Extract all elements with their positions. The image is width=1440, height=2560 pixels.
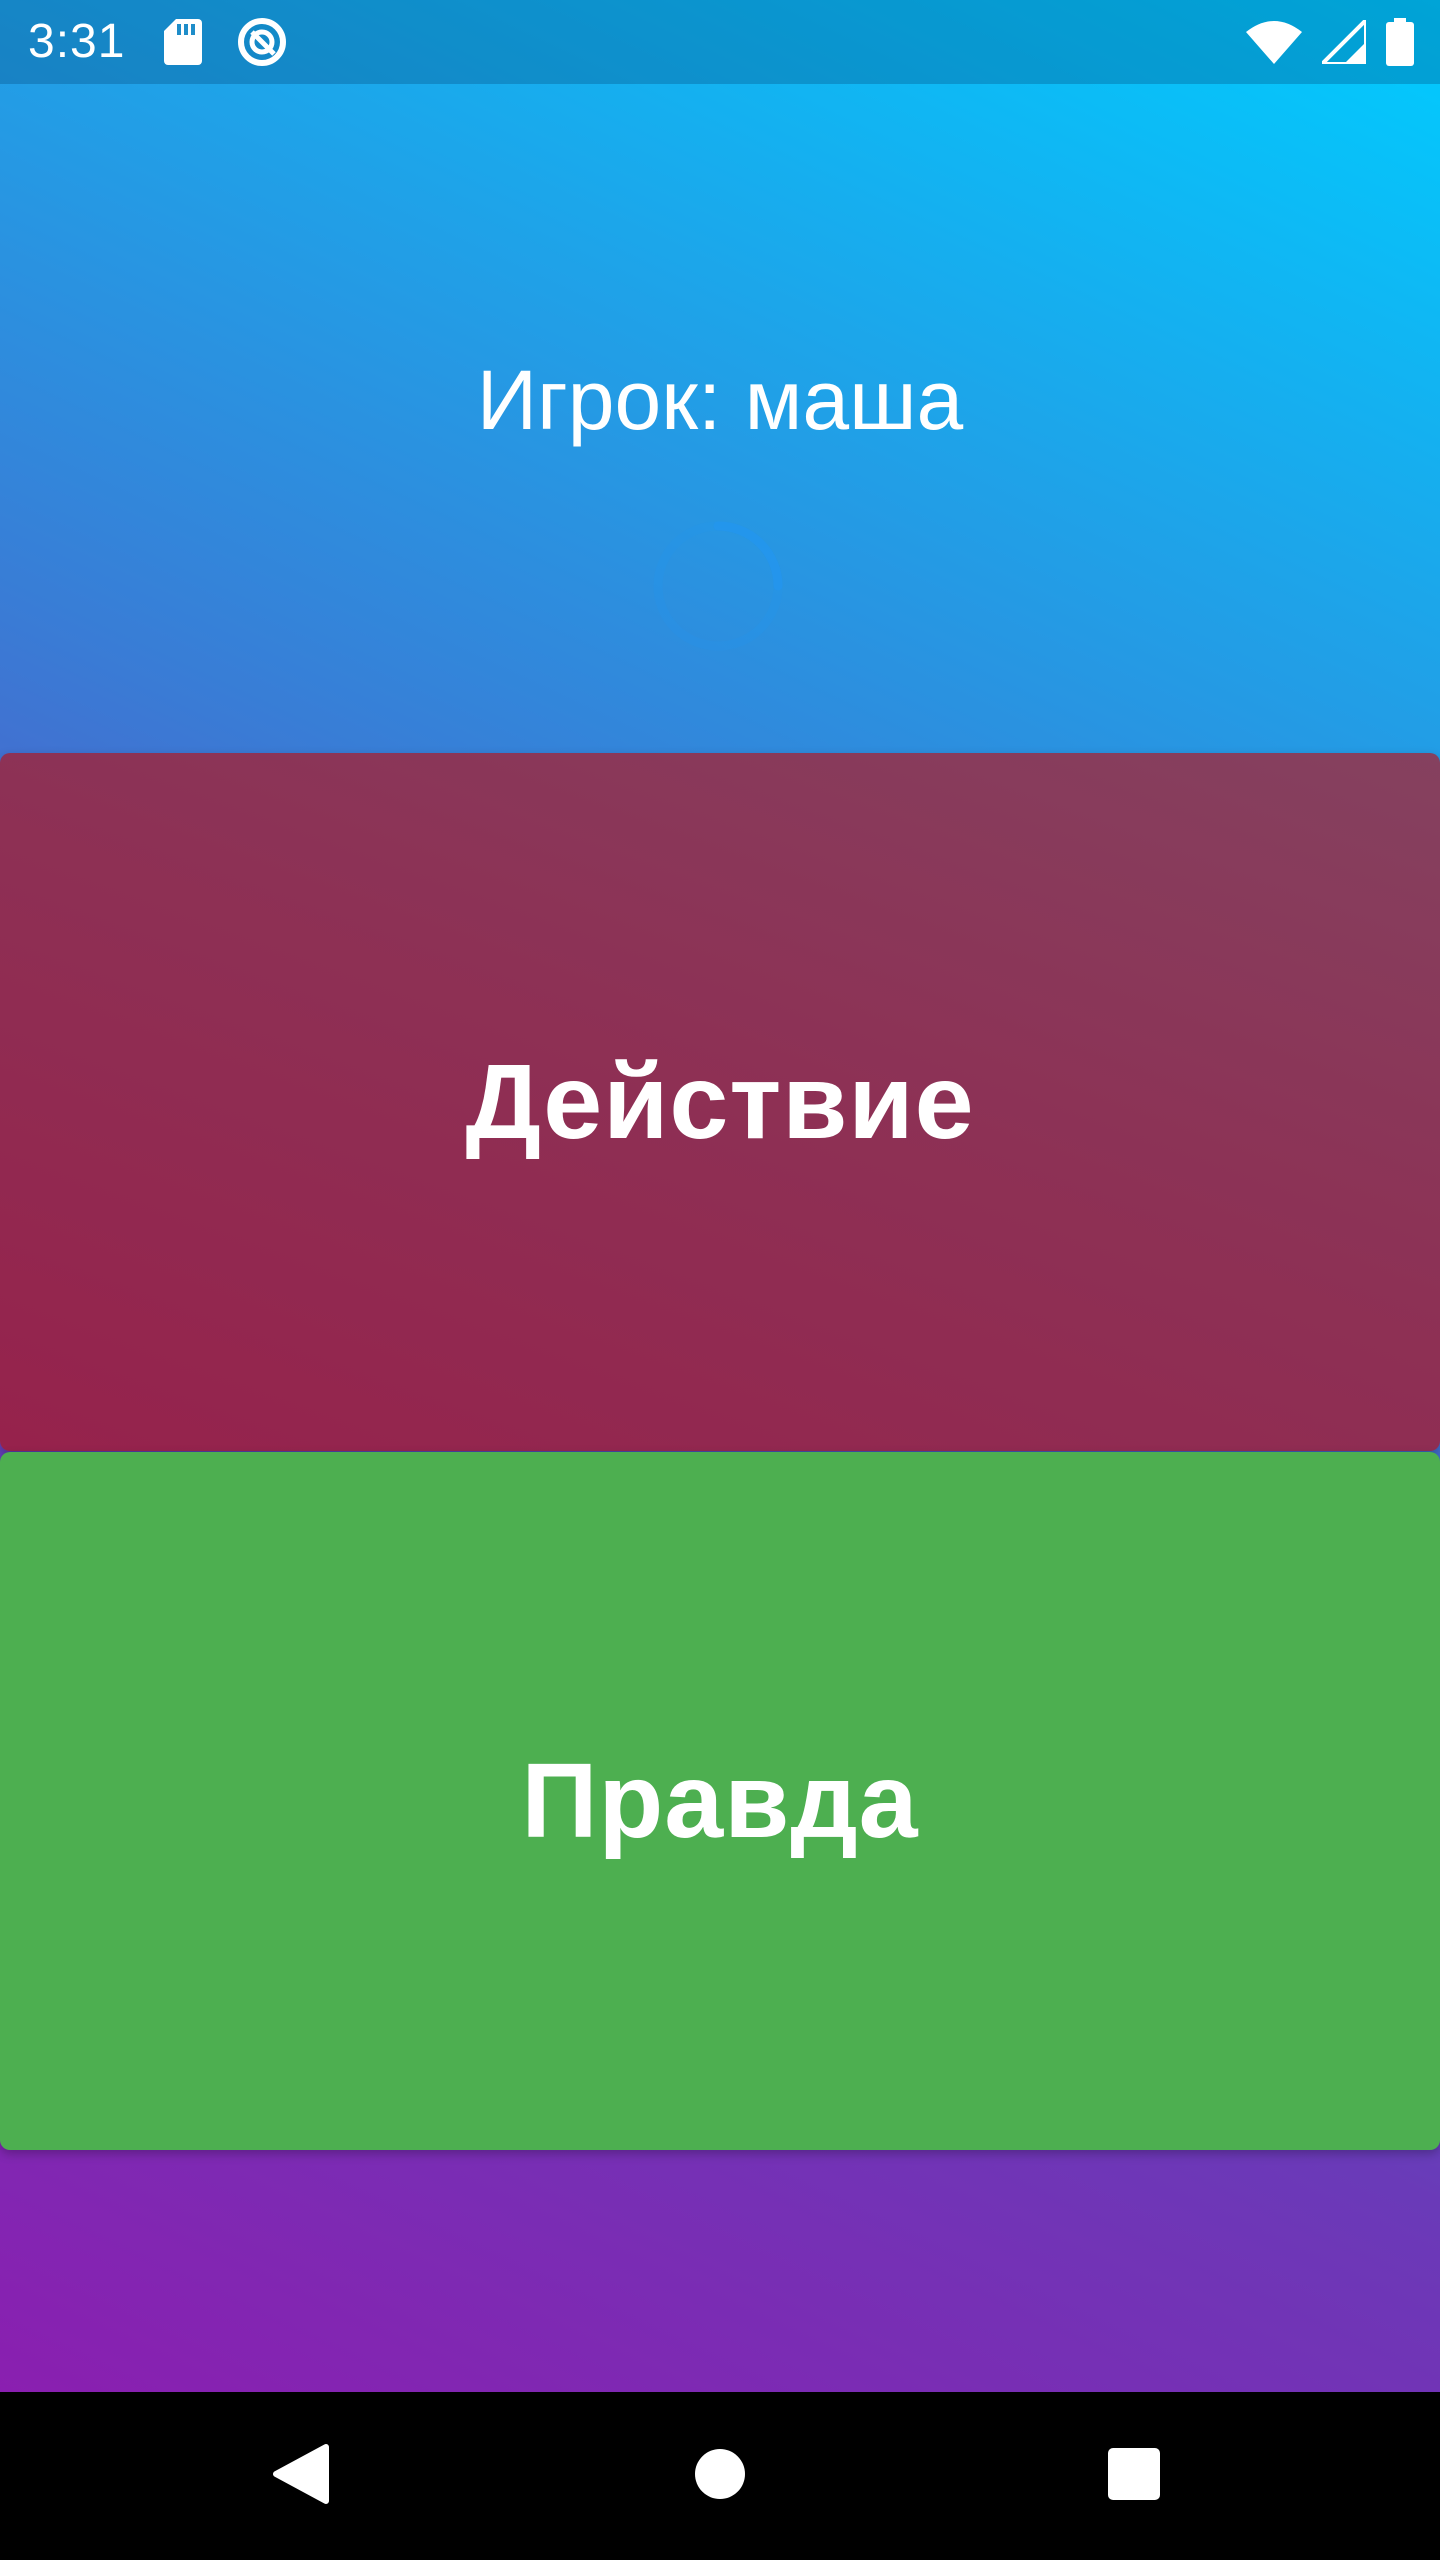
sync-icon (236, 16, 288, 68)
truth-button[interactable]: Правда (0, 1452, 1440, 2150)
status-left-icons (164, 16, 288, 68)
app-screen: 3:31 Игрок: маша Действие Правда (0, 0, 1440, 2560)
home-icon (694, 2448, 746, 2505)
back-icon (270, 2443, 330, 2510)
battery-icon (1386, 18, 1414, 66)
back-button[interactable] (258, 2434, 342, 2518)
recents-button[interactable] (1092, 2434, 1176, 2518)
sd-card-icon (164, 19, 202, 65)
recents-icon (1107, 2447, 1161, 2506)
dare-button[interactable]: Действие (0, 753, 1440, 1451)
navigation-bar (0, 2392, 1440, 2560)
status-right-icons (1246, 16, 1414, 68)
dare-label: Действие (465, 1042, 975, 1161)
status-time: 3:31 (28, 15, 126, 68)
truth-label: Правда (521, 1741, 919, 1860)
wifi-icon (1246, 20, 1302, 64)
signal-icon (1322, 20, 1366, 64)
home-button[interactable] (678, 2434, 762, 2518)
status-bar: 3:31 (0, 0, 1440, 84)
player-label: Игрок: маша (476, 353, 964, 447)
loading-spinner (648, 516, 788, 656)
